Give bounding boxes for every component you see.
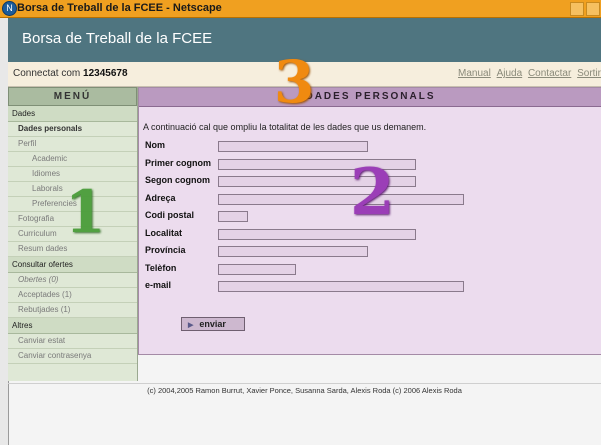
window-title: Borsa de Treball de la FCEE - Netscape <box>17 2 222 14</box>
connected-status: Connectat com 12345678 <box>13 68 128 79</box>
help-link[interactable]: Ajuda <box>497 68 523 79</box>
contact-link[interactable]: Contactar <box>528 68 571 79</box>
sidebar-section-2: Altres <box>8 318 137 334</box>
sidebar-item[interactable]: Preferencies <box>8 197 137 212</box>
send-button[interactable]: ▶ enviar <box>181 317 245 331</box>
intro-text: A continuació cal que ompliu la totalita… <box>143 122 427 132</box>
top-links: Manual Ajuda Contactar Sortir <box>455 68 601 79</box>
field-label: Adreça <box>145 192 176 203</box>
field-input[interactable] <box>218 176 416 187</box>
field-label: Segon cognom <box>145 175 210 185</box>
field-label: Nom <box>145 140 165 150</box>
sidebar-item[interactable]: Resum dades <box>8 242 137 257</box>
minimize-button[interactable] <box>570 2 584 16</box>
sidebar-section-1: Consultar ofertes <box>8 257 137 273</box>
field-input[interactable] <box>218 193 464 205</box>
sidebar-item[interactable]: Academic <box>8 152 137 167</box>
field-label: Província <box>145 245 186 255</box>
sidebar-section-0: Dades <box>8 106 137 122</box>
field-label: Primer cognom <box>145 157 212 168</box>
sidebar-menu: MENÚ Dades Dades personals Perfil Academic I… <box>8 87 138 381</box>
field-input[interactable] <box>218 246 368 257</box>
sidebar-item[interactable]: Canviar contrasenya <box>8 349 137 364</box>
personal-data-panel: DADES PERSONALS A continuació cal que om… <box>138 87 601 355</box>
field-input[interactable] <box>218 158 416 170</box>
maximize-button[interactable] <box>586 2 600 16</box>
window-titlebar: N Borsa de Treball de la FCEE - Netscape <box>0 0 601 18</box>
field-label: Telèfon <box>145 262 177 273</box>
field-label: e-mail <box>145 280 172 290</box>
sidebar-item[interactable]: Rebutjades (1) <box>8 303 137 318</box>
arrow-icon: ▶ <box>188 322 194 329</box>
field-label: Codi postal <box>145 210 194 220</box>
app-title: Borsa de Treball de la FCEE <box>22 30 213 47</box>
sidebar-item[interactable]: Perfil <box>8 137 137 152</box>
user-id: 12345678 <box>83 68 128 79</box>
user-info-bar: Connectat com 12345678 Manual Ajuda Cont… <box>8 62 601 87</box>
manual-link[interactable]: Manual <box>458 68 491 79</box>
app-banner: Borsa de Treball de la FCEE <box>8 18 601 62</box>
field-input[interactable] <box>218 281 464 292</box>
sidebar-item[interactable]: Laborals <box>8 182 137 197</box>
sidebar-item[interactable]: Curriculum <box>8 227 137 242</box>
sidebar-item[interactable]: Obertes (0) <box>8 273 137 288</box>
menu-title: MENÚ <box>8 87 137 106</box>
field-input[interactable] <box>218 211 248 222</box>
field-input[interactable] <box>218 228 416 240</box>
sidebar-item[interactable]: Dades personals <box>8 122 137 137</box>
logout-link[interactable]: Sortir <box>577 68 601 79</box>
sidebar-item[interactable]: Canviar estat <box>8 334 137 349</box>
copyright-footer: (c) 2004,2005 Ramon Burrut, Xavier Ponce… <box>8 383 601 398</box>
field-input[interactable] <box>218 141 368 152</box>
sidebar-item[interactable]: Idiomes <box>8 167 137 182</box>
field-input[interactable] <box>218 263 296 275</box>
field-label: Localitat <box>145 227 183 238</box>
netscape-icon: N <box>2 1 17 16</box>
panel-heading: DADES PERSONALS <box>139 88 601 107</box>
sidebar-item[interactable]: Acceptades (1) <box>8 288 137 303</box>
sidebar-item[interactable]: Fotografia <box>8 212 137 227</box>
